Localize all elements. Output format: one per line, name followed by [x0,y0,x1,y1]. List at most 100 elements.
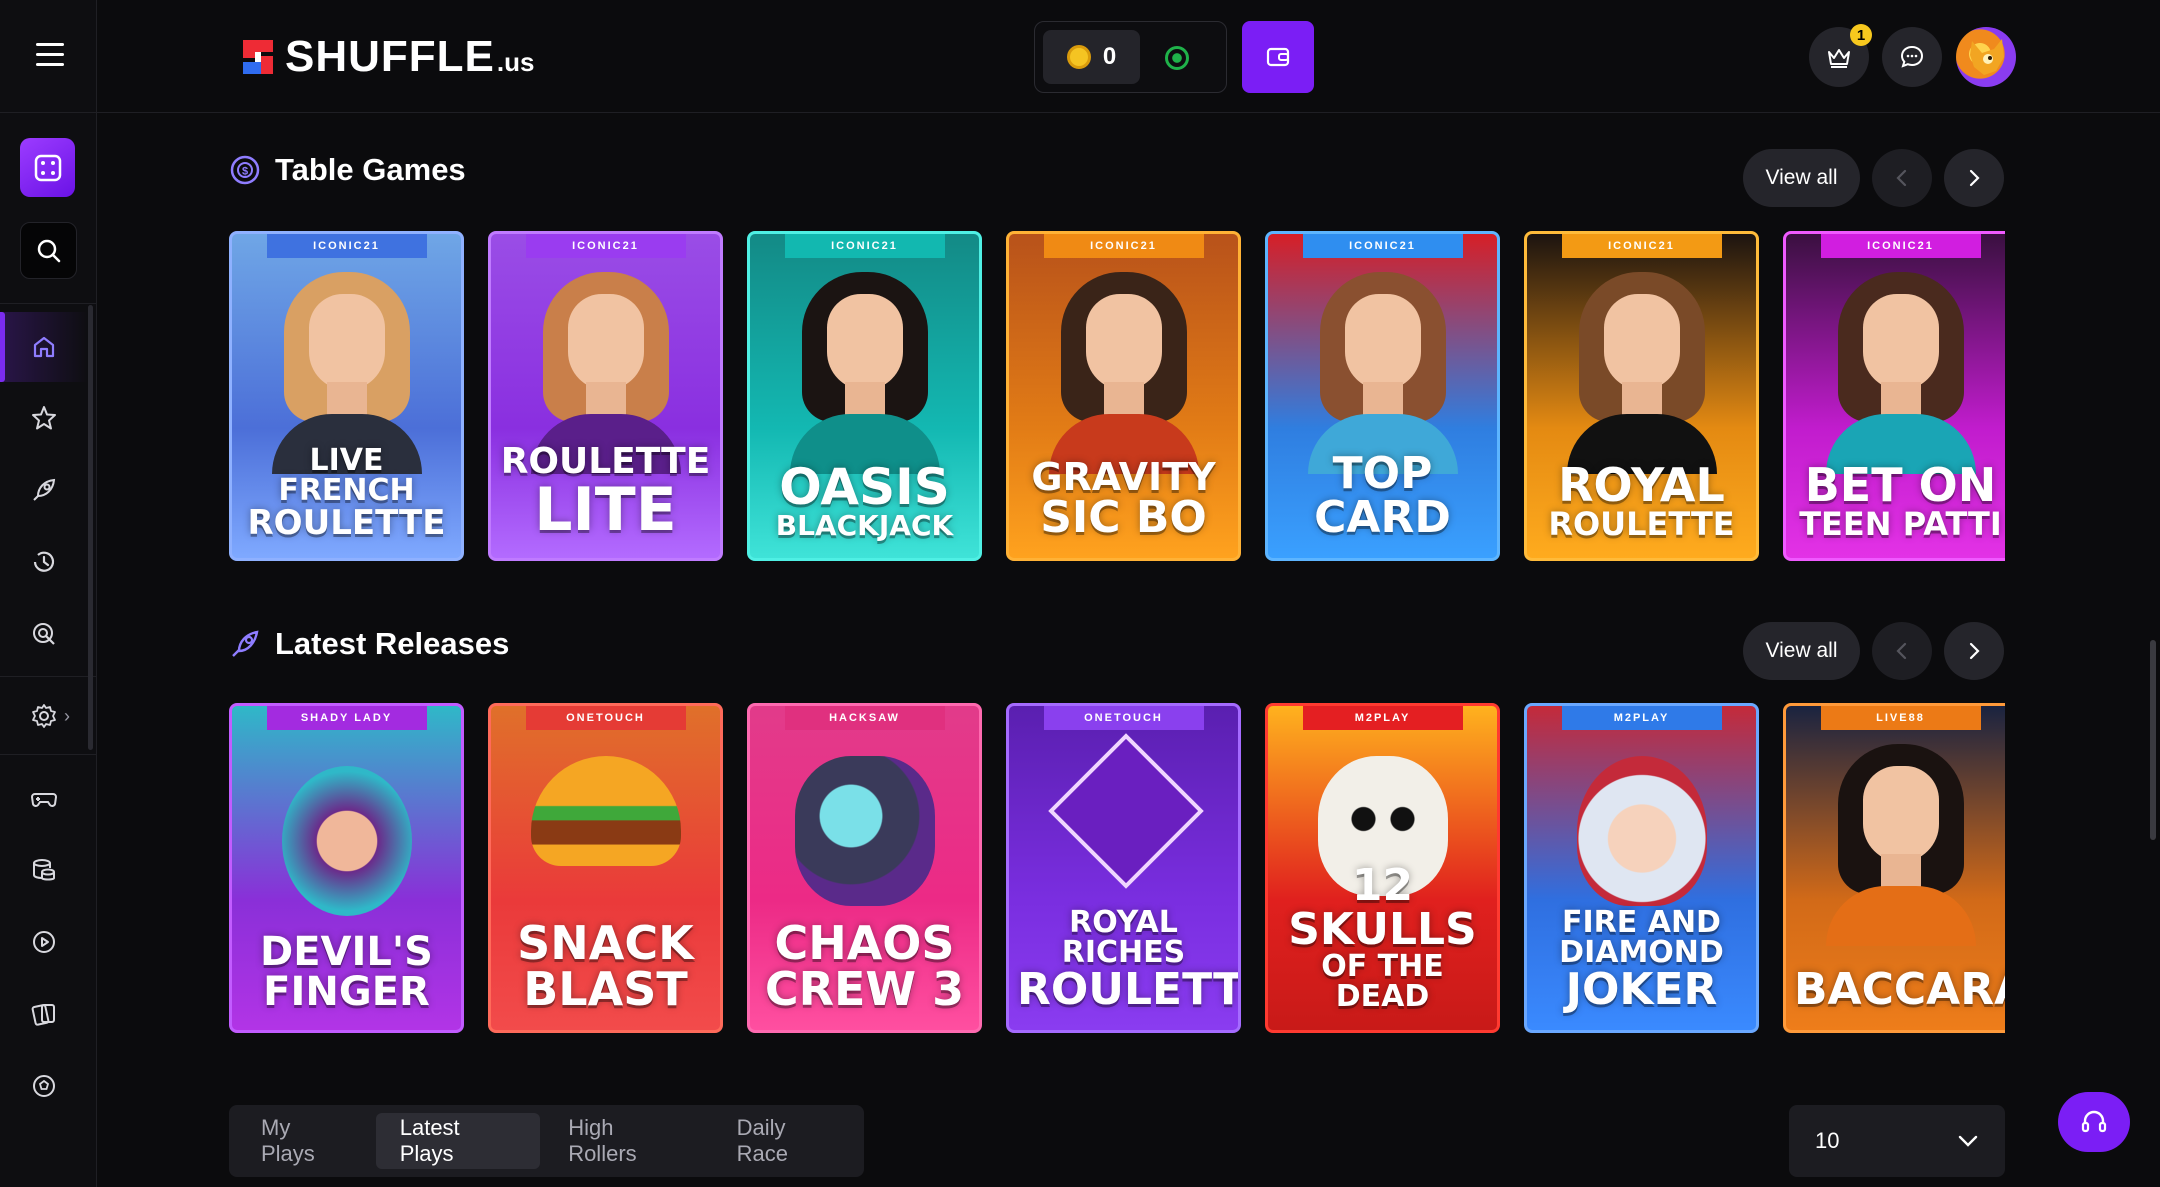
view-all-button[interactable]: View all [1743,149,1860,207]
casino-dice-button[interactable] [20,138,75,197]
section-title-latest-releases: Latest Releases [229,626,509,662]
football-icon [33,1075,55,1097]
user-avatar[interactable] [1956,27,2016,87]
game-art [281,766,412,916]
sidebar-item-sports[interactable] [0,1056,88,1116]
history-icon [33,551,55,572]
burger-art [530,756,681,866]
support-chat-button[interactable] [2058,1092,2130,1152]
carousel-next-button[interactable] [1944,622,2004,680]
sidebar-item-games[interactable] [0,768,88,828]
sidebar-item-live-casino[interactable] [0,912,88,972]
provider-tag: ICONIC21 [525,234,686,258]
sweeps-coin-icon[interactable] [1165,46,1189,70]
game-title: Royal RichesRoulette [1017,905,1241,1015]
game-card[interactable]: ICONIC21 Royal Roulette [1524,231,1759,561]
sidebar-item-settings[interactable] [0,686,88,746]
game-card[interactable]: ICONIC21 Gravity Sic Bo [1006,231,1241,561]
dealer-image [789,264,940,474]
game-card[interactable]: SHADY LADY Devil's Finger [229,703,464,1033]
casino-chip-icon: $ [230,155,260,185]
game-card[interactable]: ICONIC21 Top Card [1265,231,1500,561]
dealer-image [1048,264,1199,474]
rocket-icon [232,630,259,657]
game-card[interactable]: ICONIC21 Live French Roulette [229,231,464,561]
game-title: 12 Skulls of the Dead [1288,860,1477,1014]
provider-tag: LIVE88 [1820,706,1981,730]
sidebar-divider [0,754,96,755]
sidebar-top [0,0,96,113]
home-icon [33,336,55,358]
dealer-image [1825,264,1976,474]
tab-daily-race[interactable]: Daily Race [713,1113,864,1169]
search-icon [37,239,60,262]
joker-art [1576,756,1707,906]
tab-high-rollers[interactable]: High Rollers [544,1113,708,1169]
game-title: Top Card [1314,448,1451,543]
tab-my-plays[interactable]: My Plays [237,1113,372,1169]
game-title: Oasis Blackjack [775,458,954,542]
crown-icon [1828,49,1850,68]
play-circle-icon [33,931,55,953]
page-scrollbar[interactable] [2150,640,2156,840]
game-card[interactable]: ICONIC21 Bet On Teen Patti [1783,231,2005,561]
sidebar-item-originals[interactable] [0,840,88,900]
game-carousel-latest-releases: SHADY LADY Devil's Finger ONETOUCH Snack B… [229,703,2005,1033]
game-title: Royal Roulette [1548,458,1735,543]
view-all-button[interactable]: View all [1743,622,1860,680]
dice-icon [34,154,61,181]
site-logo[interactable]: SHUFFLE .us [239,32,534,82]
section-title-table-games: $ Table Games [229,152,466,188]
chat-button[interactable] [1882,27,1942,87]
sidebar-item-challenges[interactable] [0,604,88,664]
carousel-prev-button[interactable] [1872,149,1932,207]
game-card[interactable]: ONETOUCH Royal RichesRoulette [1006,703,1241,1033]
balance-widget: 0 [1034,21,1227,93]
game-card[interactable]: ICONIC21 Roulette Lite [488,231,723,561]
provider-tag: ONETOUCH [525,706,686,730]
star-icon [32,406,56,430]
menu-icon[interactable] [36,43,64,67]
sidebar-item-table-games[interactable] [0,984,88,1044]
top-header: SHUFFLE .us 0 1 [97,0,2160,113]
chevron-right-icon[interactable]: › [64,706,70,727]
wallet-button[interactable] [1242,21,1314,93]
game-title: Gravity Sic Bo [1031,455,1216,543]
section-title-text: Table Games [275,152,466,187]
chevron-down-icon [1958,1135,1978,1147]
chevron-right-icon [1969,642,1980,660]
provider-tag: ICONIC21 [1820,234,1981,258]
sidebar-item-recent[interactable] [0,532,88,592]
balance-amount: 0 [1102,43,1117,70]
shuffle-logo-icon [239,36,277,78]
game-card[interactable]: ONETOUCH Snack Blast [488,703,723,1033]
carousel-prev-button[interactable] [1872,622,1932,680]
sidebar-divider [0,303,96,304]
sidebar-item-new-releases[interactable] [0,460,88,520]
game-card[interactable]: ICONIC21 Oasis Blackjack [747,231,982,561]
royal-emblem-art [1048,733,1204,889]
sidebar-divider [0,676,96,677]
balance-selector[interactable]: 0 [1043,30,1140,84]
game-title: Live French Roulette [247,443,446,543]
sidebar-scrollbar[interactable] [88,305,93,750]
game-card[interactable]: LIVE88 Baccarat [1783,703,2005,1033]
game-card[interactable]: HACKSAW Chaos Crew 3 [747,703,982,1033]
provider-tag: HACKSAW [784,706,945,730]
game-title: Devil's Finger [260,929,433,1015]
sidebar-item-favourites[interactable] [0,388,88,448]
provider-tag: ONETOUCH [1043,706,1204,730]
vip-button[interactable]: 1 [1809,24,1872,87]
tab-latest-plays[interactable]: Latest Plays [375,1113,541,1169]
carousel-next-button[interactable] [1944,149,2004,207]
game-card[interactable]: M2PLAY Fire and Diamond Joker [1524,703,1759,1033]
sidebar-search-button[interactable] [20,222,77,279]
game-title: Baccarat [1794,964,2005,1015]
sidebar-item-home[interactable] [0,312,88,382]
provider-tag: ICONIC21 [784,234,945,258]
rows-count-select[interactable]: 10 [1789,1105,2005,1177]
logo-suffix: .us [496,46,535,77]
game-card[interactable]: M2PLAY 12 Skulls of the Dead [1265,703,1500,1033]
target-icon [33,623,55,645]
wallet-icon [1266,47,1290,67]
